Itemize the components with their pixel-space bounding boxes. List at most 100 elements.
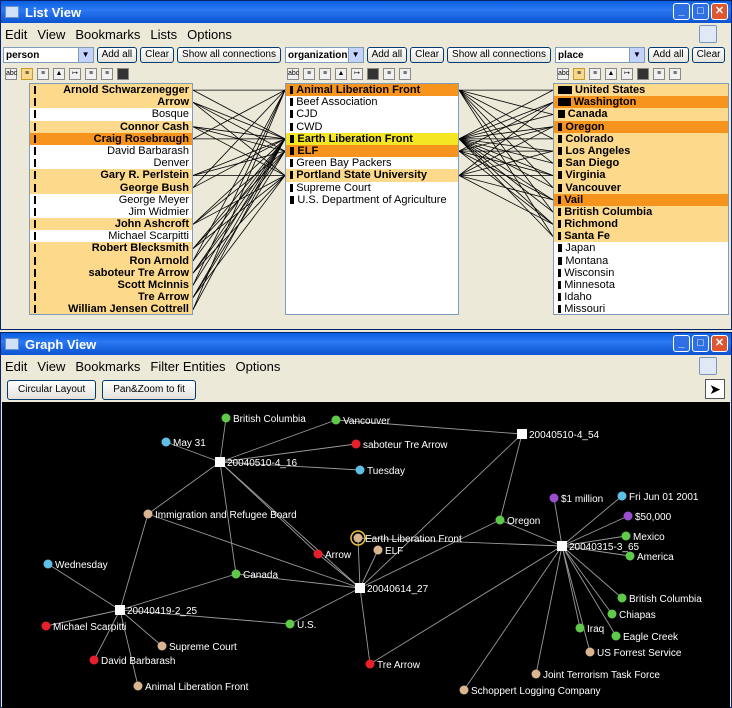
graph-node-place[interactable]: Vancouver bbox=[331, 415, 391, 428]
person-node-icon[interactable] bbox=[41, 621, 51, 631]
align-center-icon[interactable]: ≡ bbox=[383, 68, 395, 80]
organization-list-item[interactable]: Portland State University bbox=[286, 169, 458, 182]
place-node-icon[interactable] bbox=[625, 551, 635, 561]
close-icon[interactable]: ✕ bbox=[711, 3, 728, 20]
maximize-icon[interactable]: □ bbox=[692, 335, 709, 352]
menu-options[interactable]: Options bbox=[187, 27, 232, 42]
place-list-item[interactable]: San Diego bbox=[554, 157, 728, 170]
place-list-item[interactable]: Virginia bbox=[554, 169, 728, 182]
date-node-icon[interactable] bbox=[43, 559, 53, 569]
place-node-icon[interactable] bbox=[221, 413, 231, 423]
pointer-icon[interactable]: ➤ bbox=[705, 379, 725, 399]
document-node-icon[interactable] bbox=[355, 583, 365, 593]
graph-node-person[interactable]: Michael Scarpitti bbox=[41, 621, 127, 634]
graph-node-date[interactable]: May 31 bbox=[161, 437, 207, 450]
place-node-icon[interactable] bbox=[621, 531, 631, 541]
list-mode-icon[interactable]: ≡ bbox=[303, 68, 315, 80]
graph-node-place[interactable]: British Columbia bbox=[617, 593, 703, 606]
menu-lists[interactable]: Lists bbox=[150, 27, 177, 42]
sort-alpha-icon[interactable]: abc bbox=[287, 68, 299, 80]
organization-list-item[interactable]: Earth Liberation Front bbox=[286, 132, 458, 145]
person-list-item[interactable]: Gary R. Perlstein bbox=[30, 169, 192, 182]
graph-node-person[interactable]: saboteur Tre Arrow bbox=[351, 439, 449, 452]
place-node-icon[interactable] bbox=[575, 623, 585, 633]
place-list-item[interactable]: Japan bbox=[554, 242, 728, 254]
place-node-icon[interactable] bbox=[617, 593, 627, 603]
place-list-item[interactable]: Minnesota bbox=[554, 279, 728, 291]
place-list[interactable]: United States Washington Canada Oregon Color… bbox=[553, 83, 729, 315]
list-view-titlebar[interactable]: List View _ □ ✕ bbox=[1, 1, 731, 23]
person-list-item[interactable]: Scott McInnis bbox=[30, 279, 192, 292]
date-node-icon[interactable] bbox=[161, 437, 171, 447]
graph-node-document[interactable]: 20040510-4_54 bbox=[517, 429, 600, 441]
place-clear-button[interactable]: Clear bbox=[691, 47, 726, 63]
minimize-icon[interactable]: _ bbox=[673, 3, 690, 20]
menu-filter-entities[interactable]: Filter Entities bbox=[150, 359, 225, 374]
menu-bookmarks[interactable]: Bookmarks bbox=[75, 359, 140, 374]
date-node-icon[interactable] bbox=[355, 465, 365, 475]
person-list-item[interactable]: Tre Arrow bbox=[30, 291, 192, 304]
pan-zoom-fit-button[interactable]: Pan&Zoom to fit bbox=[102, 380, 196, 400]
place-node-icon[interactable] bbox=[331, 415, 341, 425]
person-type-select[interactable]: person ▼ bbox=[3, 47, 94, 63]
circular-layout-button[interactable]: Circular Layout bbox=[7, 380, 97, 400]
align-center-icon[interactable]: ≡ bbox=[101, 68, 113, 80]
organization-node-icon[interactable] bbox=[133, 681, 143, 691]
align-left-icon[interactable] bbox=[367, 68, 379, 80]
place-list-item[interactable]: Colorado bbox=[554, 132, 728, 145]
organization-list-item[interactable]: Green Bay Packers bbox=[286, 157, 458, 169]
chevron-down-icon[interactable]: ▼ bbox=[629, 48, 644, 62]
graph-node-place[interactable]: America bbox=[625, 551, 675, 564]
graph-node-organization[interactable]: Supreme Court bbox=[157, 641, 238, 654]
place-type-select[interactable]: place ▼ bbox=[555, 47, 645, 63]
graph-node-organization[interactable]: Earth Liberation Front bbox=[350, 530, 462, 546]
place-list-item[interactable]: United States bbox=[554, 84, 728, 97]
person-add-all-button[interactable]: Add all bbox=[96, 47, 138, 63]
person-list-item[interactable]: Michael Scarpitti bbox=[30, 230, 192, 242]
align-right-icon[interactable]: ≡ bbox=[669, 68, 681, 80]
place-node-icon[interactable] bbox=[495, 515, 505, 525]
person-list-item[interactable]: Jim Widmier bbox=[30, 206, 192, 218]
organization-list-item[interactable]: Supreme Court bbox=[286, 182, 458, 194]
place-list-item[interactable]: Richmond bbox=[554, 218, 728, 231]
person-node-icon[interactable] bbox=[313, 549, 323, 559]
organization-node-icon[interactable] bbox=[531, 669, 541, 679]
graph-node-place[interactable]: Eagle Creek bbox=[611, 631, 680, 644]
place-list-item[interactable]: Los Angeles bbox=[554, 144, 728, 158]
graph-svg[interactable]: 20040510-4_16 20040510-4_54 20040419-2_25 2… bbox=[2, 402, 730, 708]
document-node-icon[interactable] bbox=[557, 541, 567, 551]
place-list-item[interactable]: Washington bbox=[554, 96, 728, 109]
graph-view-titlebar[interactable]: Graph View _ □ ✕ bbox=[1, 333, 731, 355]
link-icon[interactable]: ↦ bbox=[69, 68, 81, 80]
document-node-icon[interactable] bbox=[115, 605, 125, 615]
person-list-item[interactable]: Connor Cash bbox=[30, 120, 192, 133]
place-list-item[interactable]: Idaho bbox=[554, 291, 728, 303]
org-add-all-button[interactable]: Add all bbox=[366, 47, 408, 63]
align-center-icon[interactable]: ≡ bbox=[653, 68, 665, 80]
align-left-icon[interactable] bbox=[637, 68, 649, 80]
organization-list-item[interactable]: CJD bbox=[286, 108, 458, 120]
graph-node-place[interactable]: U.S. bbox=[285, 619, 317, 632]
graph-node-place[interactable]: Iraq bbox=[575, 623, 605, 636]
graph-node-date[interactable]: Wednesday bbox=[43, 559, 108, 572]
graph-node-organization[interactable]: ELF bbox=[373, 545, 404, 558]
person-list-item[interactable]: George Meyer bbox=[30, 194, 192, 206]
sort-alpha-icon[interactable]: abc bbox=[5, 68, 17, 80]
sort-alpha-icon[interactable]: abc bbox=[557, 68, 569, 80]
person-list-item[interactable]: Craig Rosebraugh bbox=[30, 132, 192, 145]
place-list-item[interactable]: Vail bbox=[554, 193, 728, 206]
person-show-all-button[interactable]: Show all connections bbox=[177, 47, 281, 63]
highlight-icon[interactable]: ≡ bbox=[319, 68, 331, 80]
place-node-icon[interactable] bbox=[611, 631, 621, 641]
graph-node-date[interactable]: Fri Jun 01 2001 bbox=[617, 491, 699, 504]
graph-node-organization[interactable]: Immigration and Refugee Board bbox=[143, 509, 297, 522]
graph-node-organization[interactable]: US Forrest Service bbox=[585, 647, 682, 660]
maximize-icon[interactable]: □ bbox=[692, 3, 709, 20]
place-add-all-button[interactable]: Add all bbox=[648, 47, 689, 63]
graph-node-organization[interactable]: Joint Terrorism Task Force bbox=[531, 669, 661, 682]
person-list-item[interactable]: William Jensen Cottrell bbox=[30, 303, 192, 314]
move-up-icon[interactable]: ▲ bbox=[335, 68, 347, 80]
jigsaw-icon[interactable] bbox=[699, 357, 717, 375]
person-list-item[interactable]: Ron Arnold bbox=[30, 254, 192, 267]
graph-node-person[interactable]: Arrow bbox=[313, 549, 352, 562]
